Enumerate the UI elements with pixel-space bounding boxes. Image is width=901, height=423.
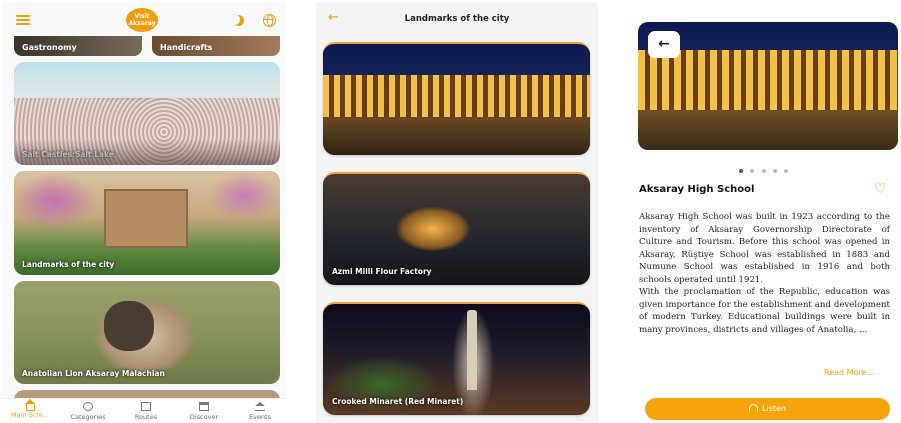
screen-header: ← Landmarks of the city: [316, 2, 598, 36]
heart-icon[interactable]: ♡: [874, 182, 888, 196]
listen-label: Listen: [762, 404, 786, 413]
nav-item-routes[interactable]: Routes: [118, 402, 174, 421]
nav-item-events[interactable]: Events: [232, 402, 286, 421]
app-logo: Visit Aksaray: [126, 8, 158, 32]
landmarks-list-screen: ← Landmarks of the city Aksaray High Sch…: [316, 2, 598, 423]
nav-label: Discover: [189, 413, 219, 421]
main-screen: Visit Aksaray Gastronomy Handicrafts Sal…: [2, 2, 286, 423]
category-card-gastronomy[interactable]: Gastronomy: [14, 36, 142, 56]
nav-item-discover[interactable]: Discover: [176, 402, 232, 421]
compass-icon: [83, 402, 93, 411]
card-label: Gastronomy: [22, 43, 77, 52]
dark-mode-icon[interactable]: [233, 15, 244, 26]
card-label: Salt Castles:Salt Lake: [22, 150, 114, 159]
app-header: Visit Aksaray: [2, 2, 286, 36]
nav-item-main-screen[interactable]: Main Scre...: [2, 399, 58, 419]
headphones-icon: [749, 404, 758, 412]
nav-label: Routes: [134, 413, 158, 421]
category-card-handicrafts[interactable]: Handicrafts: [152, 36, 280, 56]
description-paragraph: With the proclamation of the Republic, e…: [639, 287, 890, 335]
card-label: Azmi Milli Flour Factory: [332, 267, 432, 276]
map-icon: [141, 402, 151, 411]
card-label: Aksaray High School: [332, 137, 419, 146]
landmark-card-crooked-minaret[interactable]: Crooked Minaret (Red Minaret): [323, 302, 590, 415]
nav-label: Categories: [70, 413, 106, 421]
nav-item-categories[interactable]: Categories: [60, 402, 116, 421]
calendar-icon: [199, 402, 209, 411]
menu-icon[interactable]: [16, 15, 30, 25]
read-more-link[interactable]: Read More...: [824, 368, 874, 377]
description-paragraph: Aksaray High School was built in 1923 ac…: [639, 212, 890, 285]
language-globe-icon[interactable]: [263, 14, 276, 27]
carousel-dots: [628, 158, 899, 177]
card-label: Crooked Minaret (Red Minaret): [332, 397, 464, 406]
landmark-card-flour-factory[interactable]: Azmi Milli Flour Factory: [323, 172, 590, 285]
card-label: Anatolian Lion Aksaray Malachian: [22, 369, 165, 378]
screens-collage: Visit Aksaray Gastronomy Handicrafts Sal…: [0, 0, 901, 423]
card-label: Landmarks of the city: [22, 260, 115, 269]
description: Aksaray High School was built in 1923 ac…: [639, 211, 890, 336]
category-card-anatolian-lion[interactable]: Anatolian Lion Aksaray Malachian: [14, 281, 280, 384]
carousel-dot[interactable]: [772, 169, 777, 173]
landmark-detail-screen: ← Aksaray High School ♡ Aksaray High Sch…: [628, 2, 899, 423]
category-card-landmarks[interactable]: Landmarks of the city: [14, 171, 280, 275]
page-title: Landmarks of the city: [404, 14, 510, 24]
carousel-dot[interactable]: [739, 169, 744, 173]
bottom-navigation: Main Scre... Categories Routes Discover …: [2, 398, 286, 423]
back-button[interactable]: ←: [648, 31, 680, 58]
listen-button[interactable]: Listen: [645, 398, 890, 420]
card-label: Handicrafts: [160, 43, 213, 52]
carousel-dot[interactable]: [783, 169, 788, 173]
carousel-dot[interactable]: [750, 169, 755, 173]
home-icon: [24, 399, 35, 411]
category-card-salt-lake[interactable]: Salt Castles:Salt Lake: [14, 62, 280, 165]
landmark-card-high-school[interactable]: Aksaray High School: [323, 42, 590, 155]
carousel-dot[interactable]: [761, 169, 766, 173]
bank-icon: [255, 402, 265, 411]
nav-label: Main Scre...: [10, 411, 49, 419]
page-title: Aksaray High School: [639, 184, 755, 195]
nav-label: Events: [248, 413, 271, 421]
